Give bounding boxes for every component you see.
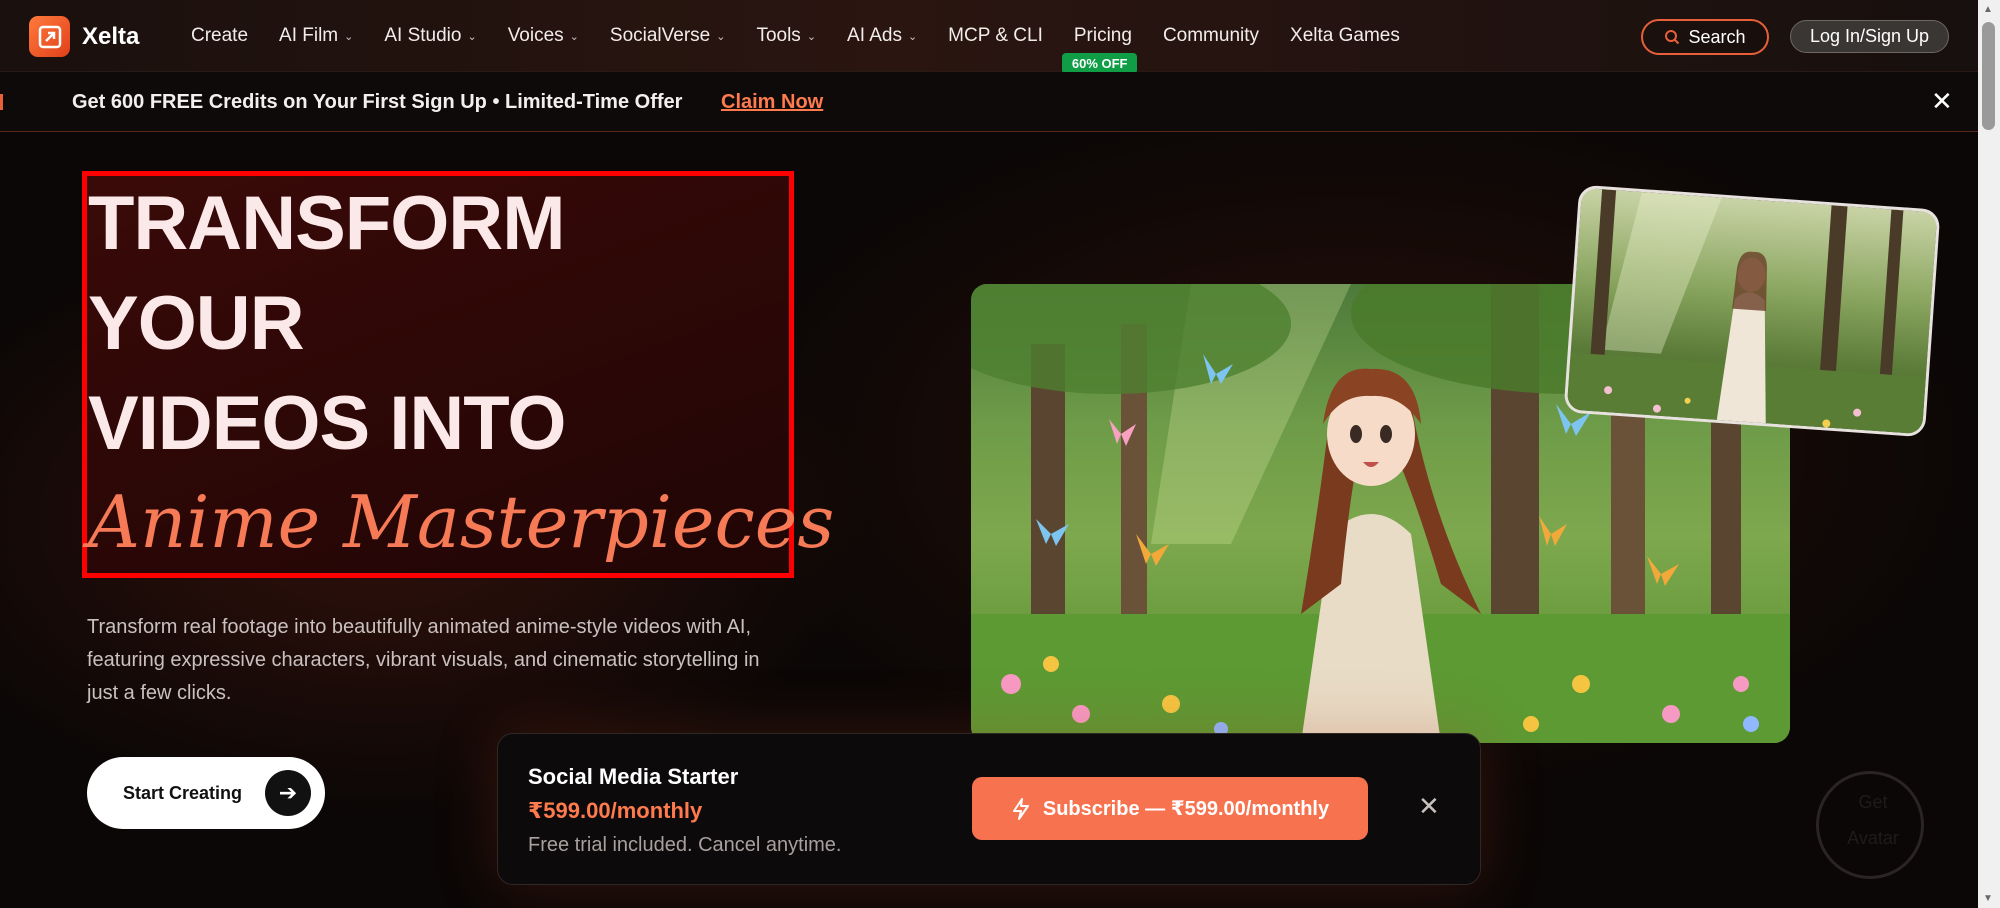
chevron-down-icon: ⌄	[344, 30, 354, 43]
plan-price: ₹599.00/monthly	[528, 798, 703, 823]
nav-item-label: Voices	[507, 25, 564, 46]
nav-item-label: AI Film	[279, 25, 339, 46]
search-label: Search	[1688, 26, 1746, 47]
plan-name: Social Media Starter	[528, 764, 739, 789]
nav-item-pricing[interactable]: Pricing 60% OFF	[1061, 25, 1138, 74]
subscribe-popup: Social Media Starter ₹599.00/monthly Fre…	[497, 733, 1481, 885]
main-nav: Create AI Film ⌄ AI Studio ⌄ Voices ⌄ SocialVer…	[191, 0, 1431, 74]
nav-item-label: Tools	[756, 25, 801, 46]
nav-item-voices[interactable]: Voices ⌄	[508, 25, 579, 47]
search-button[interactable]: Search	[1641, 19, 1769, 55]
chevron-down-icon: ⌄	[907, 30, 918, 43]
scroll-thumb[interactable]	[1982, 22, 1995, 130]
nav-item-label: SocialVerse	[609, 25, 711, 46]
nav-item-label: AI Studio	[384, 25, 462, 46]
logo-icon	[29, 16, 70, 57]
hero-title-line-3: VIDEOS INTO	[88, 381, 566, 466]
chevron-down-icon: ⌄	[467, 30, 477, 43]
avatar-widget-label: Get Avatar	[1847, 792, 1899, 848]
nav-item-mcp-cli[interactable]: MCP & CLI	[948, 25, 1043, 47]
brand-name: Xelta	[82, 22, 140, 50]
start-creating-label: Start Creating	[123, 782, 243, 803]
nav-item-label: Pricing	[1073, 25, 1132, 46]
login-signup-button[interactable]: Log In/Sign Up	[1790, 20, 1949, 53]
chevron-down-icon: ⌄	[716, 30, 726, 43]
subscribe-button-label: Subscribe — ₹599.00/monthly	[1042, 798, 1330, 820]
close-popup-icon[interactable]: ✕	[1418, 791, 1440, 822]
arrow-right-icon: ➔	[265, 770, 311, 816]
lightning-icon	[1012, 797, 1029, 820]
nav-item-ai-ads[interactable]: AI Ads ⌄	[847, 25, 917, 47]
promo-banner: Get 600 FREE Credits on Your First Sign …	[0, 72, 1978, 132]
nav-item-socialverse[interactable]: SocialVerse ⌄	[610, 25, 726, 47]
search-icon	[1665, 30, 1680, 45]
scroll-up-icon[interactable]: ▲	[1983, 4, 1993, 15]
nav-item-label: Community	[1162, 25, 1260, 46]
brand-logo[interactable]: Xelta	[29, 16, 139, 57]
nav-item-xelta-games[interactable]: Xelta Games	[1290, 25, 1400, 47]
promo-text: Get 600 FREE Credits on Your First Sign …	[72, 91, 683, 113]
nav-item-create[interactable]: Create	[191, 25, 248, 47]
hero-description: Transform real footage into beautifully …	[87, 616, 760, 704]
nav-item-label: AI Ads	[847, 25, 902, 46]
scroll-down-icon[interactable]: ▼	[1983, 893, 1993, 904]
nav-item-tools[interactable]: Tools ⌄	[756, 25, 816, 47]
chevron-down-icon: ⌄	[806, 30, 817, 43]
hero-title-accent: Anime Masterpieces	[88, 480, 835, 564]
plan-note: Free trial included. Cancel anytime.	[528, 834, 842, 856]
nav-item-community[interactable]: Community	[1163, 25, 1259, 47]
top-navigation-bar: Xelta Create AI Film ⌄ AI Studio ⌄ Voices ⌄ Soc…	[0, 0, 1978, 74]
start-creating-button[interactable]: Start Creating ➔	[87, 757, 325, 829]
promo-edge-marker	[0, 94, 3, 110]
subscribe-button[interactable]: Subscribe — ₹599.00/monthly	[972, 777, 1368, 840]
hero-title-line-1: TRANSFORM	[88, 181, 566, 266]
claim-now-link[interactable]: Claim Now	[721, 91, 823, 114]
nav-item-label: MCP & CLI	[948, 25, 1043, 46]
chevron-down-icon: ⌄	[569, 30, 579, 43]
page-scrollbar[interactable]: ▲ ▼	[1978, 0, 2000, 908]
close-icon[interactable]: ✕	[1931, 86, 1953, 117]
nav-item-label: Xelta Games	[1290, 25, 1400, 46]
nav-item-ai-film[interactable]: AI Film ⌄	[279, 25, 353, 47]
live-action-photo	[1563, 184, 1941, 438]
hero-title-line-2: YOUR	[88, 281, 305, 366]
discount-badge: 60% OFF	[1061, 53, 1138, 74]
nav-item-ai-studio[interactable]: AI Studio ⌄	[384, 25, 476, 47]
nav-item-label: Create	[191, 25, 249, 46]
